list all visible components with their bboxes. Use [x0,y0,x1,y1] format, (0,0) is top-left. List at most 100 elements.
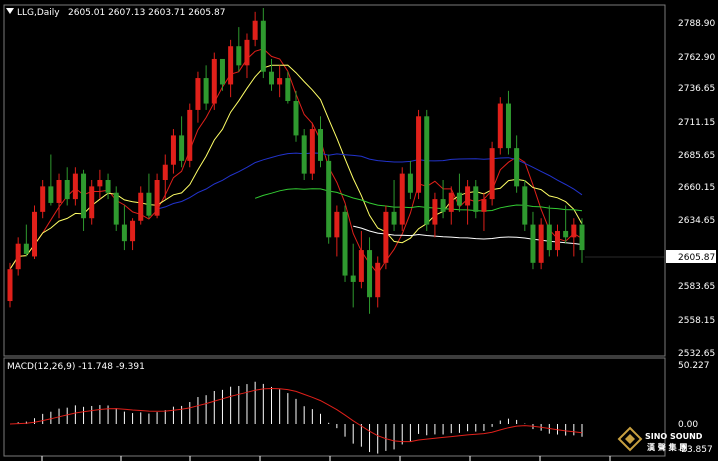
candlesticks [7,8,585,314]
candle-body [514,148,520,187]
candle-body [162,164,168,180]
candle-body [375,262,381,298]
candle-body [89,186,95,219]
price-tick: 2558.15 [678,316,715,326]
candle-body [416,116,422,193]
candle-body [481,199,487,212]
candle-body [546,224,552,251]
candle-body [203,78,209,104]
candle-body [334,211,340,238]
macd-pane-border [3,357,666,457]
candle-body [554,230,560,251]
candle-body [81,173,87,219]
candle-body [424,116,430,225]
candle-body [195,78,201,110]
candle-body [440,199,446,212]
candle-body [505,103,511,149]
candle-body [326,160,332,238]
header: LLG,Daily 2605.01 2607.13 2603.71 2605.8… [6,8,225,18]
candle-body [138,192,144,221]
candle-body [268,71,274,85]
price-axis[interactable]: 2788.90 2762.90 2736.65 2711.15 2685.65 … [666,19,716,359]
price-tick: 2660.15 [678,183,715,193]
candle-body [113,192,119,225]
ma-fast-line [9,48,583,275]
candle-body [301,135,307,174]
candle-body [179,135,185,161]
candle-body [146,192,152,216]
logo-inner-icon [625,434,635,444]
candle-body [277,78,283,85]
candle-body [7,269,13,302]
candle-body [105,180,111,193]
candle-body [32,211,38,257]
trading-chart[interactable]: LLG,Daily 2605.01 2607.13 2603.71 2605.8… [0,0,718,461]
macd-pane[interactable]: MACD(12,26,9) -11.748 -9.391 50.227 0.00… [3,357,713,457]
candle-body [538,224,544,263]
ohlc-values: 2605.01 2607.13 2603.71 2605.87 [68,8,225,18]
candle-body [40,186,46,212]
candle-body [170,135,176,165]
candle-body [391,211,397,225]
macd-tick: 50.227 [678,361,710,371]
candle-body [285,78,291,102]
candle-body [48,186,54,203]
macd-histogram [17,381,583,454]
candle-body [309,129,315,174]
price-tick: 2762.90 [678,53,715,63]
current-price-value: 2605.87 [678,253,715,263]
candle-body [473,186,479,212]
candle-body [465,186,471,206]
candle-body [432,199,438,225]
candle-body [358,250,364,282]
candle-body [260,20,266,72]
candle-body [56,180,62,203]
candle-body [448,192,454,212]
time-axis-ticks [41,456,611,461]
triangle-down-icon [6,8,14,14]
candle-body [228,46,234,85]
candle-body [211,58,217,104]
moving-averages [9,48,583,275]
candle-body [367,250,373,298]
price-tick: 2788.90 [678,19,715,29]
candle-body [236,46,242,66]
candle-body [522,186,528,225]
candle-body [23,243,29,254]
candle-body [342,211,348,276]
price-tick: 2736.65 [678,84,715,94]
candle-body [407,173,413,193]
candle-body [579,224,585,251]
candle-body [97,180,103,187]
candle-body [219,58,225,85]
main-pane[interactable] [3,4,666,357]
candle-body [187,109,193,161]
candle-body [130,220,136,242]
candle-body [383,211,389,263]
candle-body [318,129,324,161]
candle-body [15,243,21,270]
candle-body [350,275,356,282]
logo-text-cn: 漢 聲 集 團 [647,442,687,452]
price-tick: 2583.65 [678,282,715,292]
price-tick: 2685.65 [678,151,715,161]
candle-body [121,224,127,242]
candle-body [497,103,503,149]
candle-body [489,148,495,200]
symbol-label: LLG,Daily [17,8,60,18]
main-pane-border [3,4,666,357]
candle-body [293,101,299,136]
logo-text-en: SINO SOUND [645,432,703,441]
macd-label: MACD(12,26,9) -11.748 -9.391 [7,362,145,372]
candle-body [252,20,258,40]
macd-tick: 0.00 [678,420,698,430]
candle-body [244,39,250,66]
candle-body [154,180,160,216]
candle-body [571,224,577,238]
candle-body [399,173,405,225]
candle-body [64,180,70,200]
price-tick: 2532.65 [678,349,715,359]
candle-body [530,224,536,263]
price-tick: 2711.15 [678,118,715,128]
price-tick: 2634.65 [678,216,715,226]
